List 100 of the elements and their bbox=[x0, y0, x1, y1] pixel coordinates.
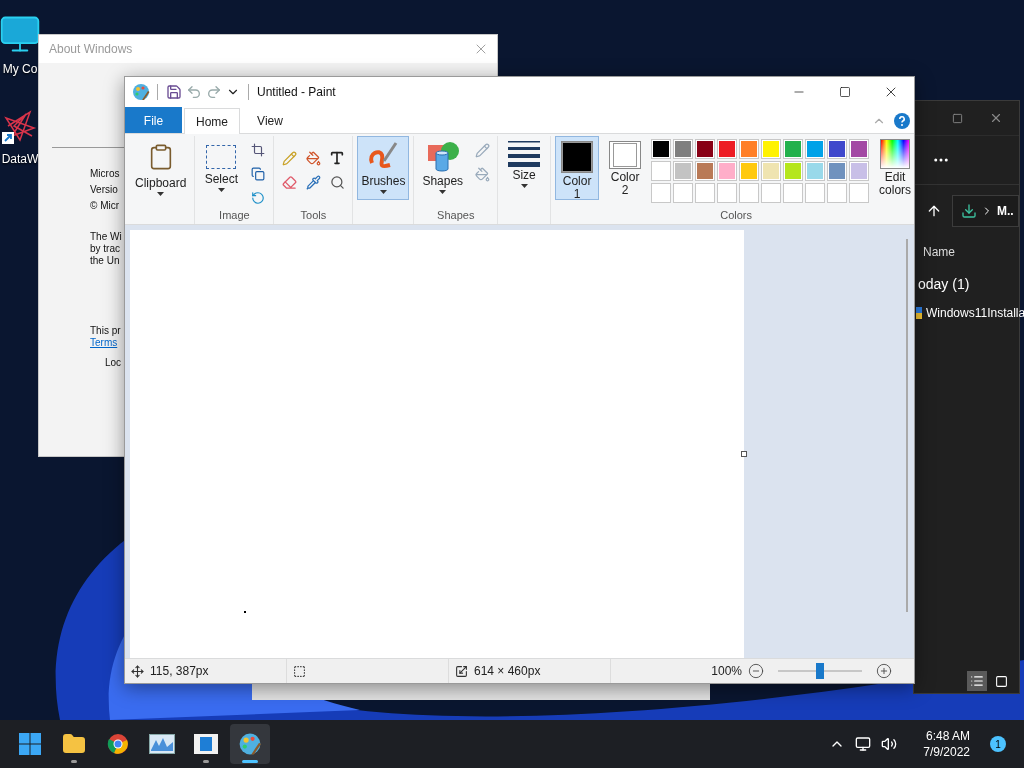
group-label: Tools bbox=[299, 208, 328, 223]
palette-color[interactable] bbox=[673, 139, 694, 159]
window-icon bbox=[194, 734, 218, 754]
canvas-size: 614 × 460px bbox=[474, 664, 541, 678]
list-icon bbox=[970, 674, 984, 688]
up-arrow-icon[interactable] bbox=[926, 203, 942, 219]
about-paragraph: The Wi by trac the Un bbox=[90, 231, 122, 267]
group-label: Shapes bbox=[436, 208, 476, 223]
palette-icon bbox=[131, 82, 151, 102]
caret-icon bbox=[379, 190, 387, 194]
ribbon-tab[interactable]: Home bbox=[184, 108, 240, 134]
network-icon[interactable] bbox=[855, 736, 872, 752]
resize-handle[interactable] bbox=[741, 451, 747, 457]
bucket-icon bbox=[305, 150, 321, 166]
redo-icon bbox=[206, 84, 222, 100]
clock[interactable]: 6:48 AM 7/9/2022 bbox=[923, 728, 970, 760]
shapes-icon bbox=[425, 139, 460, 173]
pencil-icon bbox=[474, 142, 490, 158]
folder-icon bbox=[62, 732, 86, 756]
caret-icon bbox=[520, 184, 528, 188]
dot-mark bbox=[244, 611, 246, 613]
palette-icon bbox=[237, 731, 263, 757]
window-title: Untitled - Paint bbox=[257, 85, 336, 99]
text-icon bbox=[329, 150, 346, 166]
clipboard-button[interactable]: Clipboard bbox=[131, 136, 191, 220]
crop-icon bbox=[251, 143, 266, 157]
palette-color[interactable] bbox=[673, 161, 694, 181]
zoom-in-icon[interactable] bbox=[876, 663, 892, 679]
maximize-icon[interactable] bbox=[952, 112, 963, 124]
palette-color[interactable] bbox=[827, 161, 848, 181]
palette-color[interactable] bbox=[805, 161, 826, 181]
address-bar[interactable]: M.. bbox=[952, 195, 1019, 227]
bucket-icon bbox=[474, 166, 490, 182]
palette-color[interactable] bbox=[717, 139, 738, 159]
color-slot-button[interactable]: Color 2 bbox=[603, 136, 648, 200]
palette-color[interactable] bbox=[827, 139, 848, 159]
brushes-button[interactable]: Brushes bbox=[357, 136, 410, 200]
palette-color[interactable] bbox=[761, 161, 782, 181]
file-menu-tab[interactable]: File bbox=[125, 107, 182, 133]
palette-color[interactable] bbox=[739, 161, 760, 181]
scrollbar[interactable] bbox=[906, 239, 908, 612]
palette-color[interactable] bbox=[695, 161, 716, 181]
shapes-button[interactable]: Shapes bbox=[418, 136, 468, 200]
file-icon bbox=[916, 307, 922, 319]
column-header[interactable]: Name bbox=[923, 245, 955, 259]
help-icon[interactable] bbox=[894, 113, 910, 129]
palette-color[interactable] bbox=[695, 139, 716, 159]
about-text: Versio bbox=[90, 183, 118, 197]
group-label: Colors bbox=[719, 208, 753, 223]
desktop-icon-label: My Co bbox=[2, 62, 38, 76]
eyedropper-icon bbox=[305, 174, 321, 190]
cursor-position: 115, 387px bbox=[150, 664, 209, 678]
palette-color[interactable] bbox=[651, 161, 672, 181]
about-text: © Micr bbox=[90, 199, 120, 213]
color-slot-button[interactable]: Color 1 bbox=[555, 136, 600, 200]
caret-icon bbox=[217, 188, 225, 192]
save-icon bbox=[166, 84, 182, 100]
select-button[interactable]: Select bbox=[199, 136, 244, 200]
window-title: About Windows bbox=[49, 42, 133, 56]
palette-color[interactable] bbox=[805, 139, 826, 159]
zoom-slider-thumb[interactable] bbox=[816, 663, 824, 679]
resize-icon bbox=[251, 167, 266, 181]
group-label: Image bbox=[218, 208, 251, 223]
taskbar-app-button[interactable] bbox=[230, 724, 270, 764]
cursor-position-icon bbox=[131, 664, 144, 678]
maximize-icon bbox=[839, 86, 851, 98]
palette-color[interactable] bbox=[849, 139, 870, 159]
about-text: Micros bbox=[90, 167, 120, 181]
chart-window-icon bbox=[149, 734, 175, 754]
browser-icon bbox=[107, 733, 129, 755]
caret-icon bbox=[439, 190, 447, 194]
palette-color[interactable] bbox=[783, 161, 804, 181]
line-width-icon bbox=[508, 139, 541, 167]
zoom-out-icon[interactable] bbox=[748, 663, 764, 679]
rotate-icon bbox=[251, 191, 266, 205]
pencil-icon bbox=[281, 150, 297, 166]
volume-icon[interactable] bbox=[881, 736, 898, 752]
close-icon[interactable] bbox=[989, 111, 1003, 125]
palette-color[interactable] bbox=[739, 139, 760, 159]
caret-icon bbox=[157, 192, 165, 196]
palette-color[interactable] bbox=[783, 139, 804, 159]
selection-size-icon bbox=[293, 664, 306, 678]
desktop-icon-label: DataW bbox=[1, 152, 39, 166]
license-text: This pr bbox=[90, 325, 121, 337]
square-icon bbox=[994, 674, 1008, 688]
size-button[interactable]: Size bbox=[502, 136, 547, 200]
edit-colors-button[interactable]: Edit colors bbox=[873, 136, 918, 200]
eraser-icon bbox=[281, 174, 297, 190]
palette-color[interactable] bbox=[849, 161, 870, 181]
zoom-level: 100% bbox=[711, 664, 742, 678]
notification-badge[interactable]: 1 bbox=[990, 736, 1006, 752]
group-header: oday (1) bbox=[918, 276, 970, 292]
canvas-size-icon bbox=[455, 664, 468, 678]
details-view-button[interactable] bbox=[967, 671, 987, 691]
download-icon bbox=[961, 203, 977, 219]
terms-link[interactable]: Terms bbox=[90, 337, 118, 349]
palette-color[interactable] bbox=[651, 139, 672, 159]
palette-color[interactable] bbox=[717, 161, 738, 181]
palette-color[interactable] bbox=[761, 139, 782, 159]
search-icon bbox=[329, 174, 345, 190]
